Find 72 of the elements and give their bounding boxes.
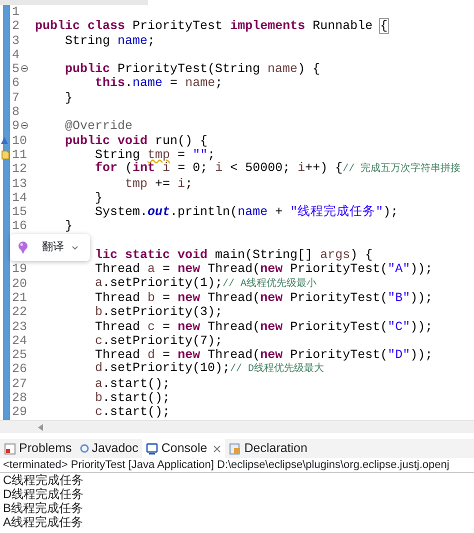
line-number: 1 [12, 5, 20, 19]
line-number: 28 [12, 391, 28, 406]
line-number: 23 [12, 320, 28, 334]
line-number: 6 [12, 76, 20, 90]
view-tab[interactable]: Declaration [244, 439, 308, 458]
code-line: public class PriorityTest implements Runnable { [35, 19, 388, 34]
console-output-line: D线程完成任务 [2, 487, 85, 501]
code-line: b.start(); [94, 391, 170, 406]
line-number: 26 [12, 362, 28, 376]
code-line: c.start(); [94, 405, 170, 420]
code-line: } [64, 219, 73, 234]
line-number: 20 [12, 276, 28, 291]
code-line: String tmp = ""; [94, 148, 216, 162]
code-line: this.name = name; [94, 76, 223, 91]
line-number: 5 [12, 62, 20, 76]
line-number: 27 [12, 376, 28, 391]
line-number: 22 [12, 305, 28, 320]
line-number: 8 [12, 105, 20, 120]
line-number: 10 [12, 134, 28, 148]
code-line: } [64, 90, 73, 106]
console-output-line: A线程完成任务 [2, 515, 84, 529]
code-line: for (int i = 0; i < 50000; i++) {// 完成五万次字符串拼接 [94, 161, 461, 178]
line-number: 13 [12, 176, 28, 191]
line-number: 14 [12, 190, 28, 205]
code-line: } [94, 190, 103, 206]
caret-icon[interactable] [72, 246, 78, 250]
code-line: a.setPriority(1);// A线程优先级最小 [94, 276, 317, 292]
translate-label[interactable]: 翻译 [42, 239, 64, 256]
line-number: 29 [12, 405, 28, 420]
line-number: 11 [12, 148, 28, 162]
code-line: c.setPriority(7); [94, 334, 223, 348]
monitor-icon [146, 442, 158, 454]
code-line: b.setPriority(3); [94, 305, 223, 320]
console-output-line: B线程完成任务 [2, 501, 84, 515]
code-line: System.out.println(name + "线程完成任务"); [94, 205, 398, 220]
code-line: lic static void main(String[] args) { [94, 248, 373, 262]
line-number: 12 [12, 162, 28, 176]
code-line: a.start(); [94, 376, 170, 392]
close-icon[interactable] [213, 444, 222, 452]
document-icon [229, 442, 242, 454]
code-line: Thread d = new Thread(new PriorityTest("D")); [94, 348, 433, 362]
code-line: Thread c = new Thread(new PriorityTest("C")); [94, 320, 433, 334]
code-line: Thread b = new Thread(new PriorityTest("B")); [94, 290, 433, 306]
fold-icon[interactable] [21, 65, 28, 72]
problems-icon [4, 442, 16, 454]
line-number: 4 [12, 48, 20, 62]
line-number: 19 [12, 262, 28, 276]
code-line: public PriorityTest(String name) { [64, 62, 320, 76]
fold-icon[interactable] [21, 122, 28, 130]
translate-popup[interactable]: 翻译 [10, 234, 90, 261]
line-number: 2 [12, 19, 20, 34]
code-line: @Override [64, 119, 133, 134]
line-number: 21 [12, 290, 28, 305]
view-tab[interactable]: Javadoc [92, 439, 138, 458]
at-sign-icon [80, 444, 89, 453]
console-header: <terminated> PriorityTest [Java Application] D:\eclipse\eclipse\plugins\org.eclipse.justj.openj [0, 458, 474, 473]
code-line: Thread a = new Thread(new PriorityTest("A")); [94, 262, 433, 277]
line-number: 3 [12, 34, 20, 48]
scroll-left-icon[interactable] [38, 424, 43, 430]
line-number: 7 [12, 90, 20, 105]
code-line: tmp += i; [124, 176, 193, 191]
balloon-icon [18, 241, 28, 254]
view-tab[interactable]: Problems [19, 439, 72, 458]
code-line: String name; [64, 34, 156, 48]
line-number: 15 [12, 205, 28, 220]
code-line: d.setPriority(10);// D线程优先级最大 [94, 361, 324, 378]
line-number: 24 [12, 334, 28, 348]
line-number: 25 [12, 348, 28, 362]
console-output-line: C线程完成任务 [2, 473, 85, 487]
line-number: 9 [12, 119, 20, 134]
line-number: 16 [12, 219, 28, 234]
code-line: public void run() { [64, 134, 208, 148]
